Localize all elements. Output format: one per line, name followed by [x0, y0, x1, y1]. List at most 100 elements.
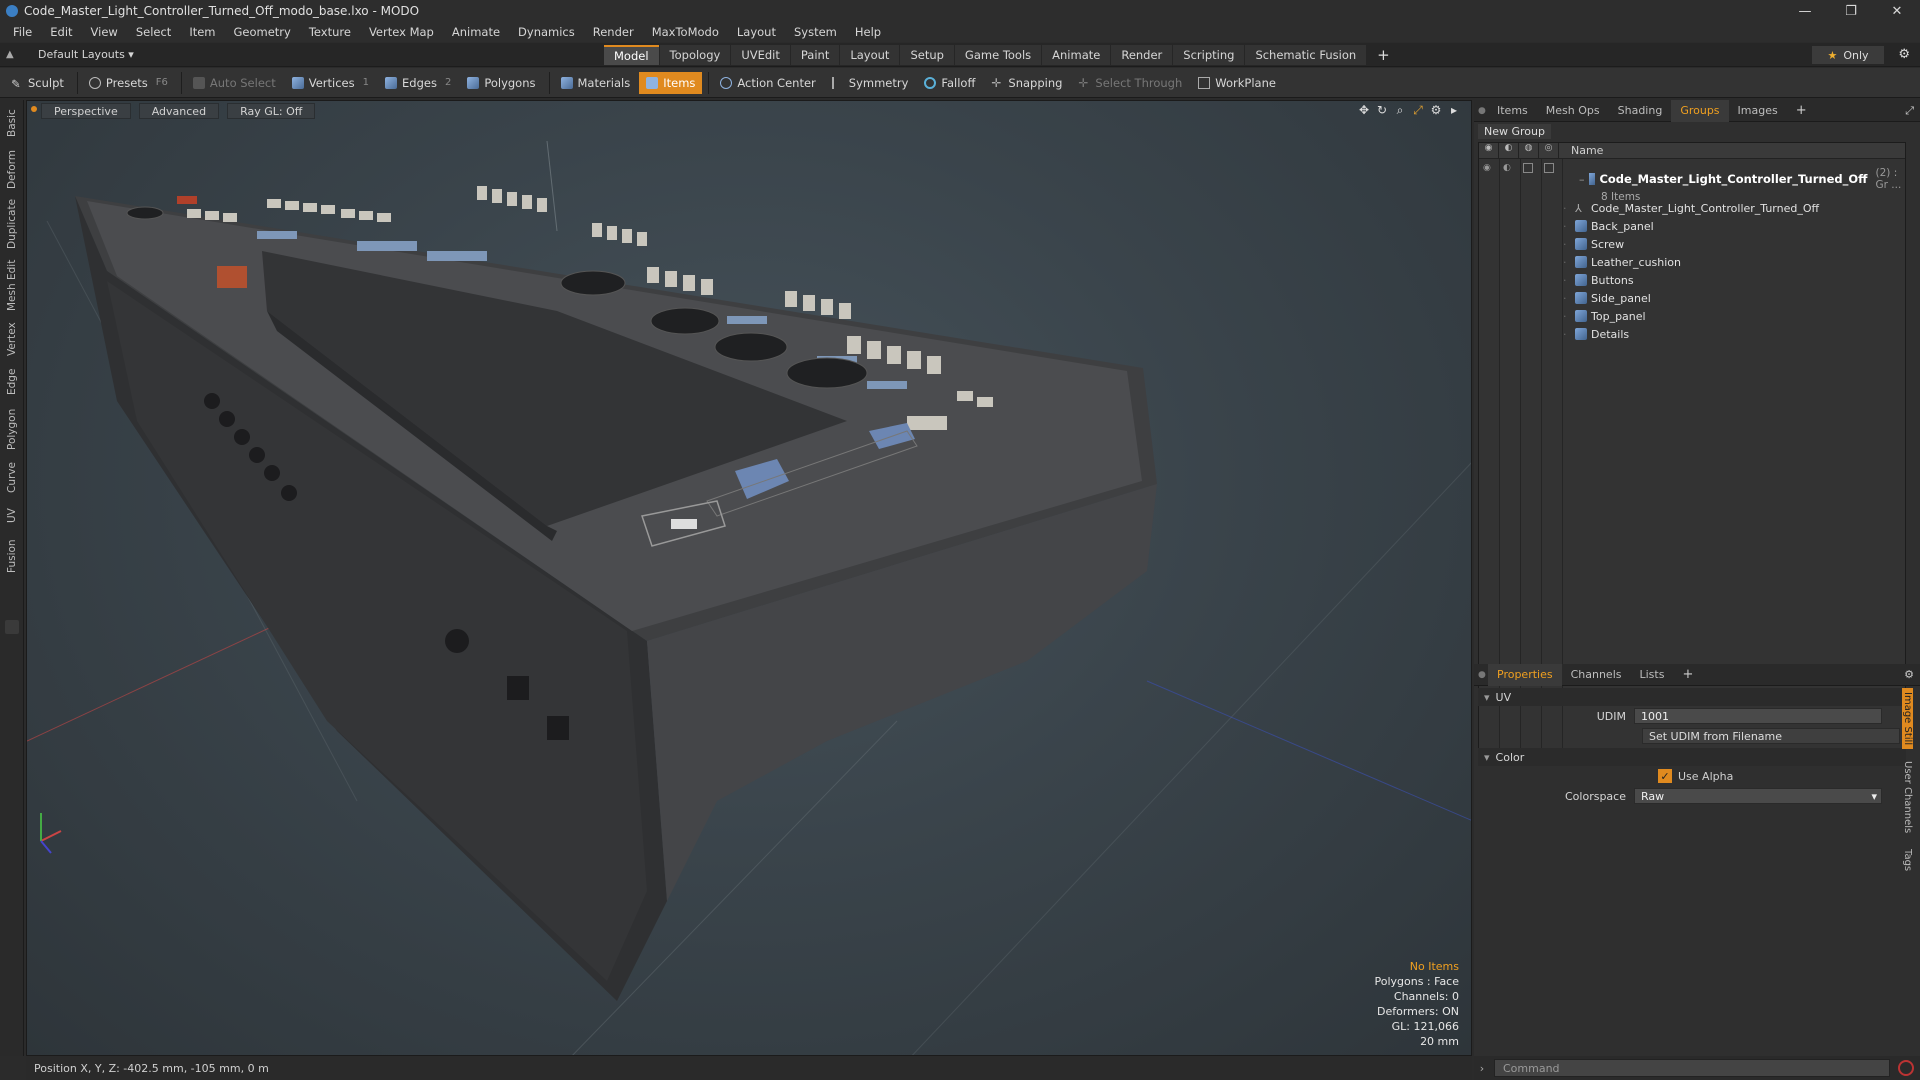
menu-vertex-map[interactable]: Vertex Map — [360, 25, 443, 39]
menu-layout[interactable]: Layout — [728, 25, 785, 39]
tab-deform[interactable]: Deform — [3, 146, 21, 192]
gear-icon[interactable]: ⚙ — [1898, 47, 1910, 62]
tab-mesh-ops[interactable]: Mesh Ops — [1537, 100, 1609, 122]
tab-groups[interactable]: Groups — [1671, 99, 1729, 122]
3d-viewport[interactable]: Perspective Advanced Ray GL: Off ✥ ↻ ⌕ ⤢… — [26, 100, 1472, 1056]
fit-icon[interactable]: ⤢ — [1409, 103, 1427, 118]
color-section-header[interactable]: ▾ Color — [1478, 748, 1906, 766]
panel-menu-icon[interactable]: ● — [1474, 106, 1488, 116]
menu-dynamics[interactable]: Dynamics — [509, 25, 584, 39]
action-center-button[interactable]: Action Center — [713, 72, 822, 94]
menu-texture[interactable]: Texture — [300, 25, 360, 39]
menu-render[interactable]: Render — [584, 25, 643, 39]
layout-selector[interactable]: ▲ Default Layouts ▾ — [6, 48, 134, 61]
tab-properties[interactable]: Properties — [1488, 663, 1562, 686]
tab-channels[interactable]: Channels — [1562, 664, 1631, 686]
tab-tags[interactable]: Tags — [1902, 845, 1913, 875]
menu-select[interactable]: Select — [127, 25, 180, 39]
tab-vertex[interactable]: Vertex — [3, 318, 21, 360]
tab-image-still[interactable]: Image Still — [1902, 688, 1913, 750]
tab-images[interactable]: Images — [1729, 100, 1787, 122]
tab-uvedit[interactable]: UVEdit — [731, 45, 790, 65]
visibility-column-icon[interactable]: ◉ — [1479, 143, 1499, 158]
colorspace-dropdown[interactable]: Raw ▾ — [1634, 788, 1882, 804]
tab-shading[interactable]: Shading — [1609, 100, 1672, 122]
lock-toggle-icon[interactable] — [1523, 163, 1544, 176]
viewport-menu-icon[interactable] — [31, 106, 37, 112]
collapse-arrow-icon[interactable]: – — [1579, 173, 1585, 186]
menu-item[interactable]: Item — [180, 25, 224, 39]
render-column-icon[interactable]: ◐ — [1499, 143, 1519, 158]
tab-layout[interactable]: Layout — [840, 45, 900, 65]
workplane-button[interactable]: WorkPlane — [1191, 72, 1283, 94]
panel-menu-icon[interactable]: ● — [1474, 670, 1488, 680]
tab-edge[interactable]: Edge — [3, 364, 21, 400]
expand-panel-icon[interactable]: ⤢ — [1905, 104, 1914, 118]
list-item[interactable]: · Screw — [1563, 235, 1624, 253]
edges-button[interactable]: Edges 2 — [378, 72, 458, 94]
eye-icon[interactable]: ◉ — [1483, 163, 1503, 176]
falloff-button[interactable]: Falloff — [917, 72, 982, 94]
udim-field[interactable]: 1001 — [1634, 708, 1882, 724]
view-perspective-button[interactable]: Perspective — [41, 103, 131, 119]
tab-user-channels[interactable]: User Channels — [1902, 757, 1913, 837]
panel-settings-icon[interactable]: ⚙ — [1904, 668, 1914, 681]
tab-model[interactable]: Model — [604, 45, 659, 65]
vertices-button[interactable]: Vertices 1 — [285, 72, 376, 94]
menu-geometry[interactable]: Geometry — [225, 25, 300, 39]
auto-select-button[interactable]: Auto Select — [186, 72, 283, 94]
items-button[interactable]: Items — [639, 71, 703, 94]
rotate-icon[interactable]: ↻ — [1373, 103, 1391, 118]
menu-help[interactable]: Help — [846, 25, 890, 39]
list-item[interactable]: · ⅄ Code_Master_Light_Controller_Turned_… — [1563, 199, 1819, 217]
uv-section-header[interactable]: ▾ UV — [1478, 688, 1906, 706]
toggle-panel-icon[interactable] — [5, 620, 19, 634]
render-toggle-icon[interactable]: ◐ — [1503, 163, 1523, 176]
tab-basic[interactable]: Basic — [3, 104, 21, 142]
list-item[interactable]: · Side_panel — [1563, 289, 1651, 307]
name-column-header[interactable]: Name — [1559, 143, 1603, 158]
section-collapse-icon[interactable]: ▾ — [1484, 691, 1490, 704]
materials-button[interactable]: Materials — [554, 72, 638, 94]
command-input[interactable]: Command — [1494, 1059, 1890, 1077]
minimize-button[interactable]: — — [1782, 0, 1828, 22]
tab-animate[interactable]: Animate — [1042, 45, 1111, 65]
list-item[interactable]: · Back_panel — [1563, 217, 1654, 235]
list-item[interactable]: · Top_panel — [1563, 307, 1646, 325]
close-button[interactable]: ✕ — [1874, 0, 1920, 22]
snapping-button[interactable]: ✛ Snapping — [984, 72, 1069, 94]
menu-system[interactable]: System — [785, 25, 846, 39]
sculpt-button[interactable]: ✎ Sculpt — [4, 72, 71, 94]
tab-fusion[interactable]: Fusion — [3, 534, 21, 578]
tab-paint[interactable]: Paint — [790, 45, 840, 65]
set-udim-from-filename-button[interactable]: Set UDIM from Filename — [1642, 728, 1900, 744]
symmetry-button[interactable]: Symmetry — [825, 72, 916, 94]
restore-button[interactable]: ❐ — [1828, 0, 1874, 22]
tab-lists[interactable]: Lists — [1631, 664, 1674, 686]
new-group-button[interactable]: New Group — [1478, 123, 1551, 139]
menu-file[interactable]: File — [4, 25, 41, 39]
tab-topology[interactable]: Topology — [659, 45, 731, 65]
use-alpha-checkbox[interactable]: ✓ — [1658, 769, 1672, 783]
tab-uv[interactable]: UV — [3, 502, 21, 530]
add-tab-icon[interactable]: + — [1367, 45, 1400, 65]
select-through-button[interactable]: ✛ Select Through — [1071, 72, 1189, 94]
select-toggle-icon[interactable] — [1544, 163, 1564, 176]
viewport-settings-icon[interactable]: ⚙ — [1427, 103, 1445, 118]
add-panel-tab-icon[interactable]: + — [1787, 100, 1816, 122]
list-item[interactable]: · Leather_cushion — [1563, 253, 1681, 271]
tab-render[interactable]: Render — [1111, 45, 1173, 65]
stop-icon[interactable] — [1898, 1060, 1914, 1076]
tab-scripting[interactable]: Scripting — [1173, 45, 1245, 65]
polygons-button[interactable]: Polygons — [460, 72, 542, 94]
presets-button[interactable]: Presets F6 — [82, 72, 175, 94]
select-column-icon[interactable]: ◎ — [1539, 143, 1559, 158]
lock-column-icon[interactable]: ◍ — [1519, 143, 1539, 158]
command-history-icon[interactable]: › — [1474, 1062, 1490, 1075]
list-item[interactable]: · Details — [1563, 325, 1629, 343]
only-button[interactable]: ★ Only — [1812, 46, 1884, 64]
groups-list[interactable]: ◉ ◐ ◍ ◎ Name ◉ ◐ – Code_Master_Light_Con… — [1478, 142, 1906, 754]
tab-mesh-edit[interactable]: Mesh Edit — [3, 256, 21, 314]
list-item[interactable]: · Buttons — [1563, 271, 1634, 289]
group-row[interactable]: – Code_Master_Light_Controller_Turned_Of… — [1579, 167, 1905, 203]
